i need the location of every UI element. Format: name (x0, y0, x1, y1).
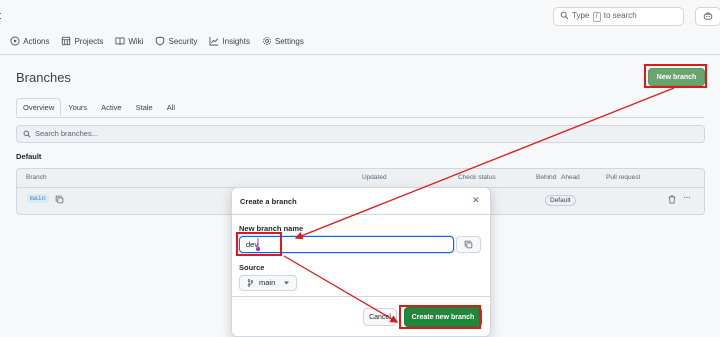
source-branch-value: main (259, 278, 276, 287)
table-icon (62, 36, 71, 46)
dialog-title: Create a branch (240, 197, 297, 206)
dialog-footer-divider (232, 296, 490, 297)
nav-tab-label: Projects (74, 36, 104, 46)
global-search[interactable]: Type / to search (553, 7, 684, 26)
page-title: Branches (16, 70, 71, 85)
nav-tab-projects[interactable]: Projects (61, 34, 103, 48)
nav-tab-label: Wiki (128, 36, 144, 46)
tab-divider (16, 117, 704, 118)
source-branch-select[interactable]: main (239, 275, 297, 291)
search-icon (23, 130, 31, 138)
nav-tab-wiki[interactable]: Wiki (115, 34, 143, 48)
shield-icon (156, 36, 165, 46)
graph-icon (209, 36, 219, 46)
branch-search-placeholder: Search branches... (35, 129, 98, 138)
column-pull-request: Pull request (606, 174, 641, 181)
nav-tab-actions[interactable]: Actions (10, 34, 49, 48)
column-updated: Updated (362, 174, 387, 181)
branch-search-input[interactable]: Search branches... (16, 125, 705, 143)
search-suffix: to search (603, 11, 637, 20)
nav-tab-settings[interactable]: Settings (262, 34, 304, 48)
nav-tab-insights[interactable]: Insights (209, 34, 250, 48)
branch-name-value: dev (246, 240, 259, 249)
search-icon (560, 11, 569, 20)
table-header: Branch Updated Check status Behind Ahead… (17, 169, 704, 188)
cancel-button[interactable]: Cancel (363, 308, 397, 326)
copilot-icon (703, 12, 713, 20)
search-shortcut-key: / (592, 12, 601, 22)
tab-yours[interactable]: Yours (61, 98, 94, 116)
default-section-label: Default (16, 152, 42, 161)
column-check-status: Check status (458, 174, 496, 181)
nav-tab-label: Actions (23, 36, 50, 46)
default-badge: Default (545, 195, 576, 206)
play-icon (10, 36, 20, 46)
top-bar: t Type / to search ts Actions Projects W… (0, 0, 720, 55)
column-branch: Branch (26, 174, 47, 181)
more-options-icon[interactable]: ··· (683, 192, 691, 203)
tab-all[interactable]: All (160, 98, 182, 116)
repo-name-fragment[interactable]: t (0, 10, 1, 22)
copy-button[interactable] (456, 236, 481, 253)
nav-tab-security[interactable]: Security (155, 34, 197, 48)
column-ahead: Ahead (561, 174, 580, 181)
close-icon[interactable]: ✕ (472, 195, 480, 206)
branch-name-link[interactable]: main (27, 194, 49, 203)
nav-tab-label: Security (168, 36, 198, 46)
repo-nav: ts Actions Projects Wiki Security Insigh… (0, 34, 316, 48)
copilot-button[interactable] (695, 7, 720, 26)
create-branch-dialog: Create a branch ✕ New branch name dev So… (231, 187, 491, 337)
dialog-divider (232, 214, 490, 215)
book-icon (115, 37, 125, 45)
column-behind: Behind (536, 174, 557, 181)
search-prefix: Type (572, 11, 590, 20)
create-new-branch-button[interactable]: Create new branch (404, 307, 482, 327)
source-label: Source (239, 263, 265, 272)
branch-filter-tabs: Overview Yours Active Stale All (16, 98, 182, 116)
copy-icon[interactable] (55, 195, 64, 204)
copy-icon (464, 240, 473, 249)
tab-stale[interactable]: Stale (129, 98, 160, 116)
nav-tab-label: Insights (222, 36, 250, 46)
tab-overview[interactable]: Overview (16, 98, 62, 116)
branch-name-input[interactable]: dev (239, 236, 454, 253)
trash-icon[interactable] (668, 195, 676, 204)
new-branch-button[interactable]: New branch (648, 68, 705, 86)
tab-active[interactable]: Active (94, 98, 128, 116)
chevron-down-icon (284, 281, 289, 285)
global-search-placeholder: Type / to search (572, 11, 637, 22)
nav-tab-label: Settings (274, 36, 304, 46)
branch-icon (247, 279, 254, 287)
branch-name-label: New branch name (239, 224, 304, 233)
gear-icon (263, 37, 271, 45)
